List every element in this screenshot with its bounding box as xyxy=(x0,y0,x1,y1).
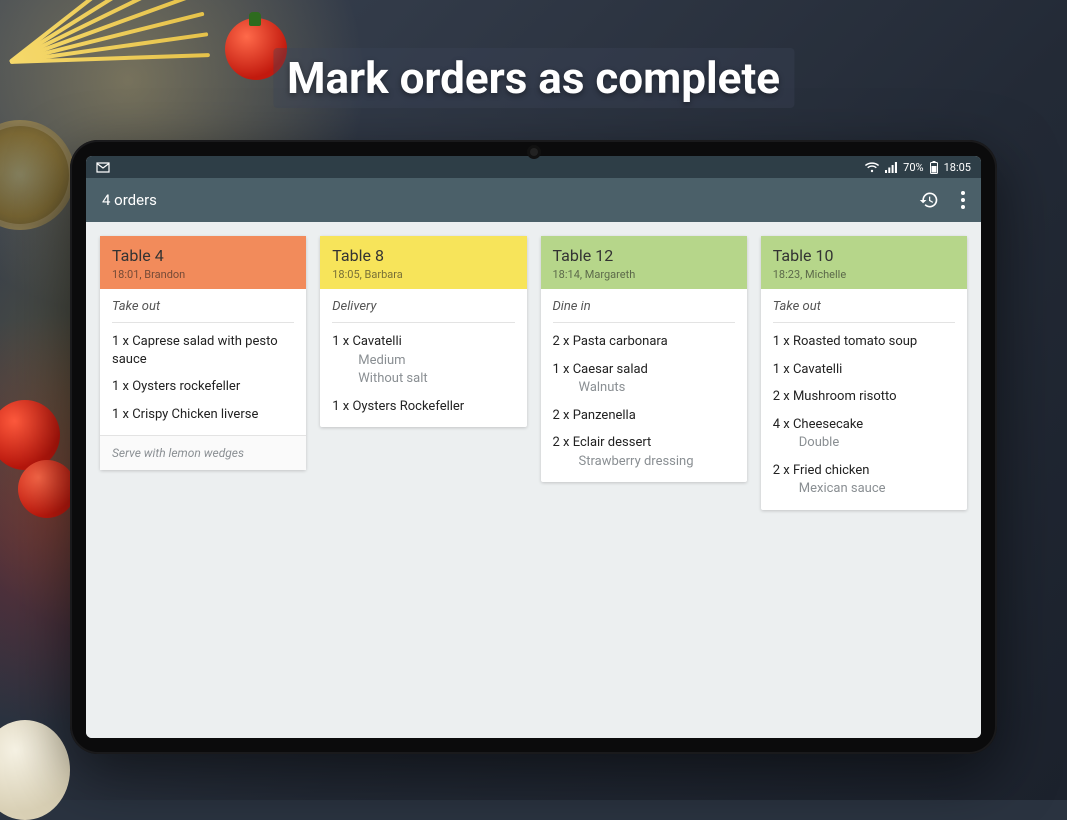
orders-board: Table 4 18:01, Brandon Take out 1 x Caprese… xyxy=(86,222,981,738)
order-item-modifier: Medium xyxy=(332,352,514,370)
order-item: 2 x Mushroom risotto xyxy=(773,388,955,406)
wifi-icon xyxy=(865,162,879,173)
order-item-main: 1 x Oysters Rockefeller xyxy=(332,398,514,416)
history-icon[interactable] xyxy=(919,190,939,210)
order-card-header[interactable]: Table 4 18:01, Brandon xyxy=(100,236,306,289)
order-item-main: 1 x Oysters rockefeller xyxy=(112,378,294,396)
order-item: 1 x Oysters rockefeller xyxy=(112,378,294,396)
order-table-title: Table 8 xyxy=(332,246,514,265)
order-card-body: Take out 1 x Caprese salad with pesto sau… xyxy=(100,289,306,435)
order-item-main: 2 x Mushroom risotto xyxy=(773,388,955,406)
order-item: 2 x Fried chickenMexican sauce xyxy=(773,462,955,498)
order-item: 2 x Pasta carbonara xyxy=(553,333,735,351)
order-meta: 18:23, Michelle xyxy=(773,268,955,281)
service-type: Take out xyxy=(112,299,294,323)
mail-icon xyxy=(96,162,110,173)
promo-heading: Mark orders as complete xyxy=(273,48,794,108)
order-card[interactable]: Table 8 18:05, Barbara Delivery 1 x Cavatel… xyxy=(320,236,526,427)
service-type: Take out xyxy=(773,299,955,323)
order-item-main: 2 x Panzenella xyxy=(553,407,735,425)
order-item-main: 1 x Roasted tomato soup xyxy=(773,333,955,351)
order-item-modifier: Without salt xyxy=(332,370,514,388)
order-item: 1 x Caprese salad with pesto sauce xyxy=(112,333,294,368)
app-screen: 70% 18:05 4 orders Table 4 18:01, Brandon… xyxy=(86,156,981,738)
order-meta: 18:05, Barbara xyxy=(332,268,514,281)
order-item: 1 x Caesar saladWalnuts xyxy=(553,361,735,397)
order-item-main: 2 x Pasta carbonara xyxy=(553,333,735,351)
battery-percent: 70% xyxy=(903,161,923,174)
order-item-modifier: Double xyxy=(773,434,955,452)
order-item: 1 x Oysters Rockefeller xyxy=(332,398,514,416)
order-table-title: Table 12 xyxy=(553,246,735,265)
order-item-main: 1 x Cavatelli xyxy=(332,333,514,351)
order-card[interactable]: Table 12 18:14, Margareth Dine in 2 x Pasta… xyxy=(541,236,747,482)
order-card[interactable]: Table 10 18:23, Michelle Take out 1 x Roast… xyxy=(761,236,967,510)
order-item-main: 1 x Cavatelli xyxy=(773,361,955,379)
service-type: Dine in xyxy=(553,299,735,323)
overflow-menu-icon[interactable] xyxy=(961,191,965,209)
app-bar: 4 orders xyxy=(86,178,981,222)
order-card-header[interactable]: Table 8 18:05, Barbara xyxy=(320,236,526,289)
order-note: Serve with lemon wedges xyxy=(100,435,306,470)
order-item-main: 1 x Crispy Chicken liverse xyxy=(112,406,294,424)
service-type: Delivery xyxy=(332,299,514,323)
status-bar: 70% 18:05 xyxy=(86,156,981,178)
clock-time: 18:05 xyxy=(944,161,971,174)
order-card-body: Take out 1 x Roasted tomato soup 1 x Cavat… xyxy=(761,289,967,510)
order-item: 1 x Cavatelli xyxy=(773,361,955,379)
order-meta: 18:14, Margareth xyxy=(553,268,735,281)
order-item-main: 4 x Cheesecake xyxy=(773,416,955,434)
tablet-frame: 70% 18:05 4 orders Table 4 18:01, Brandon… xyxy=(70,140,997,754)
order-card[interactable]: Table 4 18:01, Brandon Take out 1 x Caprese… xyxy=(100,236,306,470)
order-item: 2 x Panzenella xyxy=(553,407,735,425)
order-item: 1 x CavatelliMediumWithout salt xyxy=(332,333,514,388)
order-card-body: Dine in 2 x Pasta carbonara 1 x Caesar sal… xyxy=(541,289,747,482)
order-card-body: Delivery1 x CavatelliMediumWithout salt1… xyxy=(320,289,526,427)
order-meta: 18:01, Brandon xyxy=(112,268,294,281)
order-item-modifier: Strawberry dressing xyxy=(553,453,735,471)
signal-icon xyxy=(885,162,897,173)
order-item-main: 2 x Eclair dessert xyxy=(553,434,735,452)
order-item-main: 1 x Caprese salad with pesto sauce xyxy=(112,333,294,368)
order-table-title: Table 4 xyxy=(112,246,294,265)
decor-tomato xyxy=(18,460,76,518)
tablet-camera xyxy=(530,148,538,156)
order-item-modifier: Walnuts xyxy=(553,379,735,397)
order-table-title: Table 10 xyxy=(773,246,955,265)
order-item-modifier: Mexican sauce xyxy=(773,480,955,498)
orders-count-title: 4 orders xyxy=(102,191,157,209)
order-item: 2 x Eclair dessertStrawberry dressing xyxy=(553,434,735,470)
order-item: 4 x CheesecakeDouble xyxy=(773,416,955,452)
battery-icon xyxy=(930,161,938,174)
order-item: 1 x Crispy Chicken liverse xyxy=(112,406,294,424)
order-item-main: 1 x Caesar salad xyxy=(553,361,735,379)
order-card-header[interactable]: Table 12 18:14, Margareth xyxy=(541,236,747,289)
order-card-header[interactable]: Table 10 18:23, Michelle xyxy=(761,236,967,289)
order-item: 1 x Roasted tomato soup xyxy=(773,333,955,351)
order-item-main: 2 x Fried chicken xyxy=(773,462,955,480)
